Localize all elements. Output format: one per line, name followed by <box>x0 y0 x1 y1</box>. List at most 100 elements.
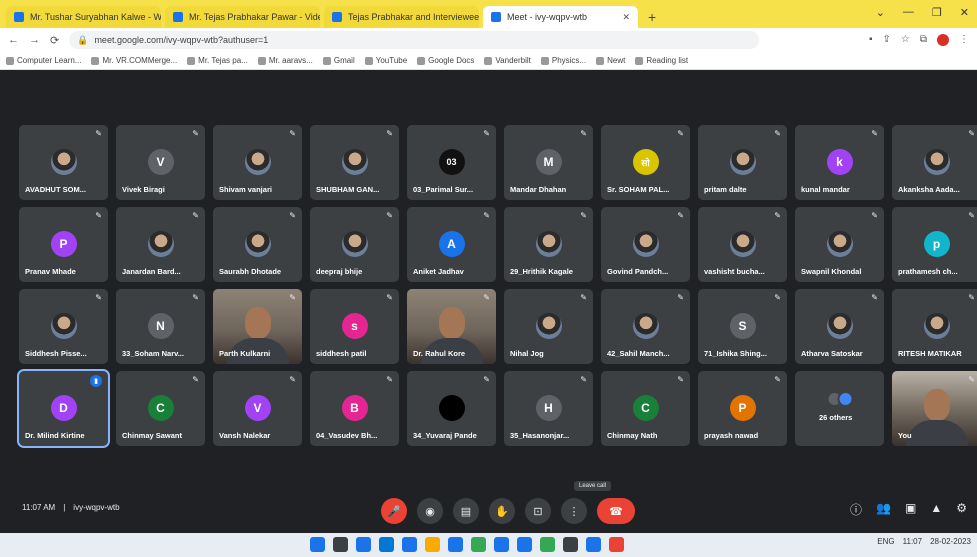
pin-icon[interactable]: ✎ <box>289 211 296 220</box>
participant-tile[interactable]: B ✎ 04_Vasudev Bh... <box>310 371 399 446</box>
participant-tile[interactable]: सो ✎ Sr. SOHAM PAL... <box>601 125 690 200</box>
activities-icon[interactable]: ▲ <box>930 501 942 518</box>
pin-icon[interactable]: ✎ <box>95 129 102 138</box>
pin-icon[interactable]: ✎ <box>580 129 587 138</box>
pin-icon[interactable]: ✎ <box>968 375 975 384</box>
camera-button[interactable]: ◉ <box>417 498 443 524</box>
clock-date[interactable]: 28-02-2023 <box>930 537 971 546</box>
participant-tile[interactable]: D ▮ Dr. Milind Kirtine <box>17 369 110 448</box>
present-button[interactable]: ⊡ <box>525 498 551 524</box>
taskbar-app-icon[interactable] <box>586 537 601 552</box>
participant-tile[interactable]: ✎ SHUBHAM GAN... <box>310 125 399 200</box>
pin-icon[interactable]: ✎ <box>386 293 393 302</box>
pin-icon[interactable]: ✎ <box>95 293 102 302</box>
tab-1[interactable]: Mr. Tejas Prabhakar Pawar - Vide...✕ <box>165 6 320 28</box>
taskbar-app-icon[interactable] <box>333 537 348 552</box>
participant-tile[interactable]: H ✎ 35_Hasanonjar... <box>504 371 593 446</box>
back-icon[interactable]: ← <box>8 34 19 46</box>
participant-tile[interactable]: N ✎ 33_Soham Narv... <box>116 289 205 364</box>
pin-icon[interactable]: ✎ <box>192 375 199 384</box>
pin-icon[interactable]: ✎ <box>289 375 296 384</box>
participant-tile[interactable]: M ✎ Mandar Dhahan <box>504 125 593 200</box>
window-control-0[interactable]: ⌄ <box>876 6 885 19</box>
participant-tile[interactable]: 26 others <box>795 371 884 446</box>
new-tab-button[interactable]: + <box>642 6 662 28</box>
pin-icon[interactable]: ✎ <box>289 129 296 138</box>
participant-tile[interactable]: ✎ Janardan Bard... <box>116 207 205 282</box>
participant-tile[interactable]: ✎ Dr. Rahul Kore <box>407 289 496 364</box>
window-control-3[interactable]: ✕ <box>960 6 969 19</box>
taskbar-app-icon[interactable] <box>425 537 440 552</box>
bookmark-item[interactable]: Physics... <box>540 56 586 65</box>
taskbar-app-icon[interactable] <box>494 537 509 552</box>
mic-off-button[interactable]: 🎤 <box>381 498 407 524</box>
taskbar-app-icon[interactable] <box>540 537 555 552</box>
tab-close-icon[interactable]: ✕ <box>622 12 630 23</box>
bookmark-item[interactable]: Gmail <box>322 56 355 65</box>
participant-tile[interactable]: ✎ RITESH MATIKAR <box>892 289 977 364</box>
pin-icon[interactable]: ✎ <box>192 129 199 138</box>
extensions-icon[interactable]: ⧉ <box>920 34 927 46</box>
captions-button[interactable]: ▤ <box>453 498 479 524</box>
pin-icon[interactable]: ✎ <box>871 293 878 302</box>
participant-tile[interactable]: ✎ Swapnil Khondal <box>795 207 884 282</box>
url-input[interactable]: 🔒 meet.google.com/ivy-wqpv-wtb?authuser=… <box>69 31 760 49</box>
pin-icon[interactable]: ✎ <box>677 375 684 384</box>
bookmark-item[interactable]: Mr. Tejas pa... <box>187 56 248 65</box>
participant-tile[interactable]: V ✎ Vivek Biragi <box>116 125 205 200</box>
pin-icon[interactable]: ✎ <box>677 129 684 138</box>
forward-icon[interactable]: → <box>29 34 40 46</box>
participant-tile[interactable]: ✎ pritam dalte <box>698 125 787 200</box>
reload-icon[interactable]: ⟳ <box>50 34 59 47</box>
pin-icon[interactable]: ✎ <box>386 129 393 138</box>
pin-icon[interactable]: ✎ <box>483 375 490 384</box>
pin-icon[interactable]: ✎ <box>677 293 684 302</box>
participant-tile[interactable]: s ✎ siddhesh patil <box>310 289 399 364</box>
taskbar-app-icon[interactable] <box>310 537 325 552</box>
pin-icon[interactable]: ✎ <box>774 375 781 384</box>
taskbar-app-icon[interactable] <box>402 537 417 552</box>
participant-tile[interactable]: ✎ 42_Sahil Manch... <box>601 289 690 364</box>
pin-icon[interactable]: ✎ <box>580 293 587 302</box>
pin-icon[interactable]: ✎ <box>192 211 199 220</box>
pin-icon[interactable]: ✎ <box>192 293 199 302</box>
profile-avatar[interactable] <box>937 34 949 46</box>
participant-tile[interactable]: ✎ Atharva Satoskar <box>795 289 884 364</box>
camera-indicator-icon[interactable]: ▪ <box>869 34 873 46</box>
participant-tile[interactable]: P ✎ Pranav Mhade <box>19 207 108 282</box>
participant-tile[interactable]: ✎ 29_Hrithik Kagale <box>504 207 593 282</box>
pin-icon[interactable]: ✎ <box>386 211 393 220</box>
bookmark-item[interactable]: Computer Learn... <box>6 56 81 65</box>
tab-0[interactable]: Mr. Tushar Suryabhan Kalwe - Web...✕ <box>6 6 161 28</box>
pin-icon[interactable]: ✎ <box>968 129 975 138</box>
pin-icon[interactable]: ✎ <box>289 293 296 302</box>
chat-icon[interactable]: ▣ <box>905 501 916 518</box>
participant-tile[interactable]: C ✎ Chinmay Nath <box>601 371 690 446</box>
bookmark-item[interactable]: Mr. VR.COMMerge... <box>91 56 177 65</box>
raise-hand-button[interactable]: ✋ <box>489 498 515 524</box>
taskbar-app-icon[interactable] <box>471 537 486 552</box>
bookmark-item[interactable]: Reading list <box>635 56 688 65</box>
pin-icon[interactable]: ✎ <box>483 293 490 302</box>
clock-time[interactable]: 11:07 <box>903 537 922 546</box>
pin-icon[interactable]: ✎ <box>677 211 684 220</box>
participant-tile[interactable]: ✎ Siddhesh Pisse... <box>19 289 108 364</box>
taskbar-app-icon[interactable] <box>563 537 578 552</box>
star-icon[interactable]: ☆ <box>901 34 910 46</box>
pin-icon[interactable]: ✎ <box>774 129 781 138</box>
participant-tile[interactable]: p ✎ prathamesh ch... <box>892 207 977 282</box>
taskbar-app-icon[interactable] <box>609 537 624 552</box>
bookmark-item[interactable]: YouTube <box>364 56 407 65</box>
tab-3[interactable]: Meet - ivy-wqpv-wtb ✕ <box>483 6 638 28</box>
share-icon[interactable]: ⇪ <box>883 34 891 46</box>
bookmark-item[interactable]: Google Docs <box>417 56 474 65</box>
more-options-button[interactable]: ⋮ <box>561 498 587 524</box>
taskbar-app-icon[interactable] <box>356 537 371 552</box>
participant-tile[interactable]: 03 ✎ 03_Parimal Sur... <box>407 125 496 200</box>
pin-icon[interactable]: ✎ <box>871 129 878 138</box>
info-icon[interactable]: ⓘ <box>850 501 862 518</box>
pin-icon[interactable]: ✎ <box>386 375 393 384</box>
participant-tile[interactable]: S ✎ 71_Ishika Shing... <box>698 289 787 364</box>
participant-tile[interactable]: ✎ Shivam vanjari <box>213 125 302 200</box>
pin-icon[interactable]: ✎ <box>871 211 878 220</box>
